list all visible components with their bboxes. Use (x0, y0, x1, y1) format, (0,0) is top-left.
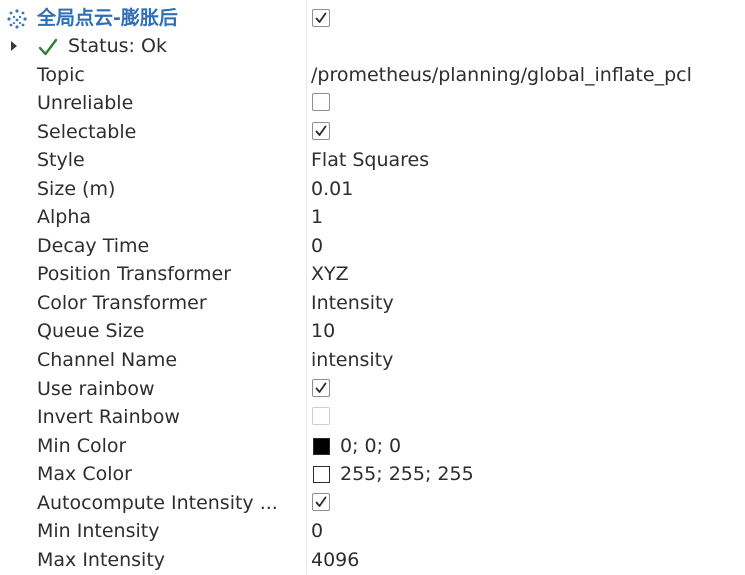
property-name: Color Transformer (37, 291, 207, 314)
property-name: Min Color (37, 434, 127, 457)
property-row-queue-size[interactable]: Queue Size 10 (0, 317, 745, 345)
property-row-max-intensity[interactable]: Max Intensity 4096 (0, 546, 745, 574)
property-row-channel-name[interactable]: Channel Name intensity (0, 346, 745, 374)
property-name: Invert Rainbow (37, 406, 180, 429)
property-name: Size (m) (37, 177, 116, 200)
property-value[interactable]: 0 (311, 517, 323, 545)
property-value[interactable]: 4096 (311, 546, 359, 574)
max-color-swatch[interactable] (313, 466, 330, 484)
property-row-size-m[interactable]: Size (m) 0.01 (0, 175, 745, 203)
property-row-decay-time[interactable]: Decay Time 0 (0, 232, 745, 260)
autocompute-intensity-checkbox[interactable] (312, 492, 330, 511)
property-row-min-intensity[interactable]: Min Intensity 0 (0, 517, 745, 545)
property-tree-panel: 全局点云-膨胀后 Status: Ok Topic/prometheus/pla… (0, 0, 745, 575)
unreliable-checkbox[interactable] (312, 93, 330, 112)
property-name: Style (37, 149, 85, 172)
status-label: Status: Ok (68, 35, 167, 57)
property-name: Queue Size (37, 320, 145, 343)
checkmark-icon (37, 36, 59, 58)
property-value[interactable]: XYZ (311, 260, 349, 288)
display-enabled-checkbox[interactable] (312, 9, 330, 27)
property-value[interactable]: intensity (311, 346, 393, 374)
property-name: Selectable (37, 120, 137, 143)
property-name: Position Transformer (37, 263, 232, 286)
property-row-invert-rainbow[interactable]: Invert Rainbow (0, 403, 745, 431)
property-name: Decay Time (37, 234, 150, 257)
property-row-style[interactable]: Style Flat Squares (0, 146, 745, 174)
property-name: Unreliable (37, 92, 134, 115)
property-row-alpha[interactable]: Alpha 1 (0, 203, 745, 231)
display-title: 全局点云-膨胀后 (37, 7, 178, 29)
property-value[interactable]: /prometheus/planning/global_inflate_pcl (311, 61, 692, 89)
expand-arrow-icon[interactable] (11, 41, 17, 51)
pointcloud-icon (6, 8, 28, 30)
property-value[interactable]: 0.01 (311, 175, 353, 203)
property-name: Alpha (37, 206, 92, 229)
status-row[interactable]: Status: Ok (0, 32, 745, 60)
min-color-swatch[interactable] (313, 437, 330, 455)
property-row-use-rainbow[interactable]: Use rainbow (0, 375, 745, 403)
property-name: Use rainbow (37, 377, 155, 400)
selectable-checkbox[interactable] (312, 121, 330, 140)
property-name: Channel Name (37, 349, 178, 371)
property-row-selectable[interactable]: Selectable (0, 118, 745, 146)
invert-rainbow-checkbox (312, 407, 330, 426)
property-value[interactable]: 10 (311, 317, 335, 345)
property-value[interactable]: 1 (311, 203, 323, 231)
property-value[interactable]: Flat Squares (311, 146, 429, 174)
property-value[interactable]: 0 (311, 232, 323, 260)
use-rainbow-checkbox[interactable] (312, 378, 330, 397)
property-name: Min Intensity (37, 520, 160, 543)
property-row-unreliable[interactable]: Unreliable (0, 89, 745, 117)
display-header-row[interactable]: 全局点云-膨胀后 (0, 2, 745, 34)
property-row-position-transformer[interactable]: Position Transformer XYZ (0, 260, 745, 288)
property-name: Max Intensity (37, 548, 166, 571)
property-value[interactable]: Intensity (311, 289, 394, 317)
property-row-max-color[interactable]: Max Color 255; 255; 255 (0, 460, 745, 488)
property-row-min-color[interactable]: Min Color 0; 0; 0 (0, 432, 745, 460)
property-row-color-transformer[interactable]: Color Transformer Intensity (0, 289, 745, 317)
property-name: Autocompute Intensity ... (37, 491, 278, 514)
property-row-autocompute-intensity[interactable]: Autocompute Intensity ... (0, 489, 745, 517)
property-row-topic[interactable]: Topic/prometheus/planning/global_inflate… (0, 61, 745, 89)
property-value[interactable]: 255; 255; 255 (340, 460, 474, 488)
property-name: Topic (37, 63, 85, 86)
property-value[interactable]: 0; 0; 0 (340, 432, 401, 460)
property-name: Max Color (37, 463, 132, 486)
